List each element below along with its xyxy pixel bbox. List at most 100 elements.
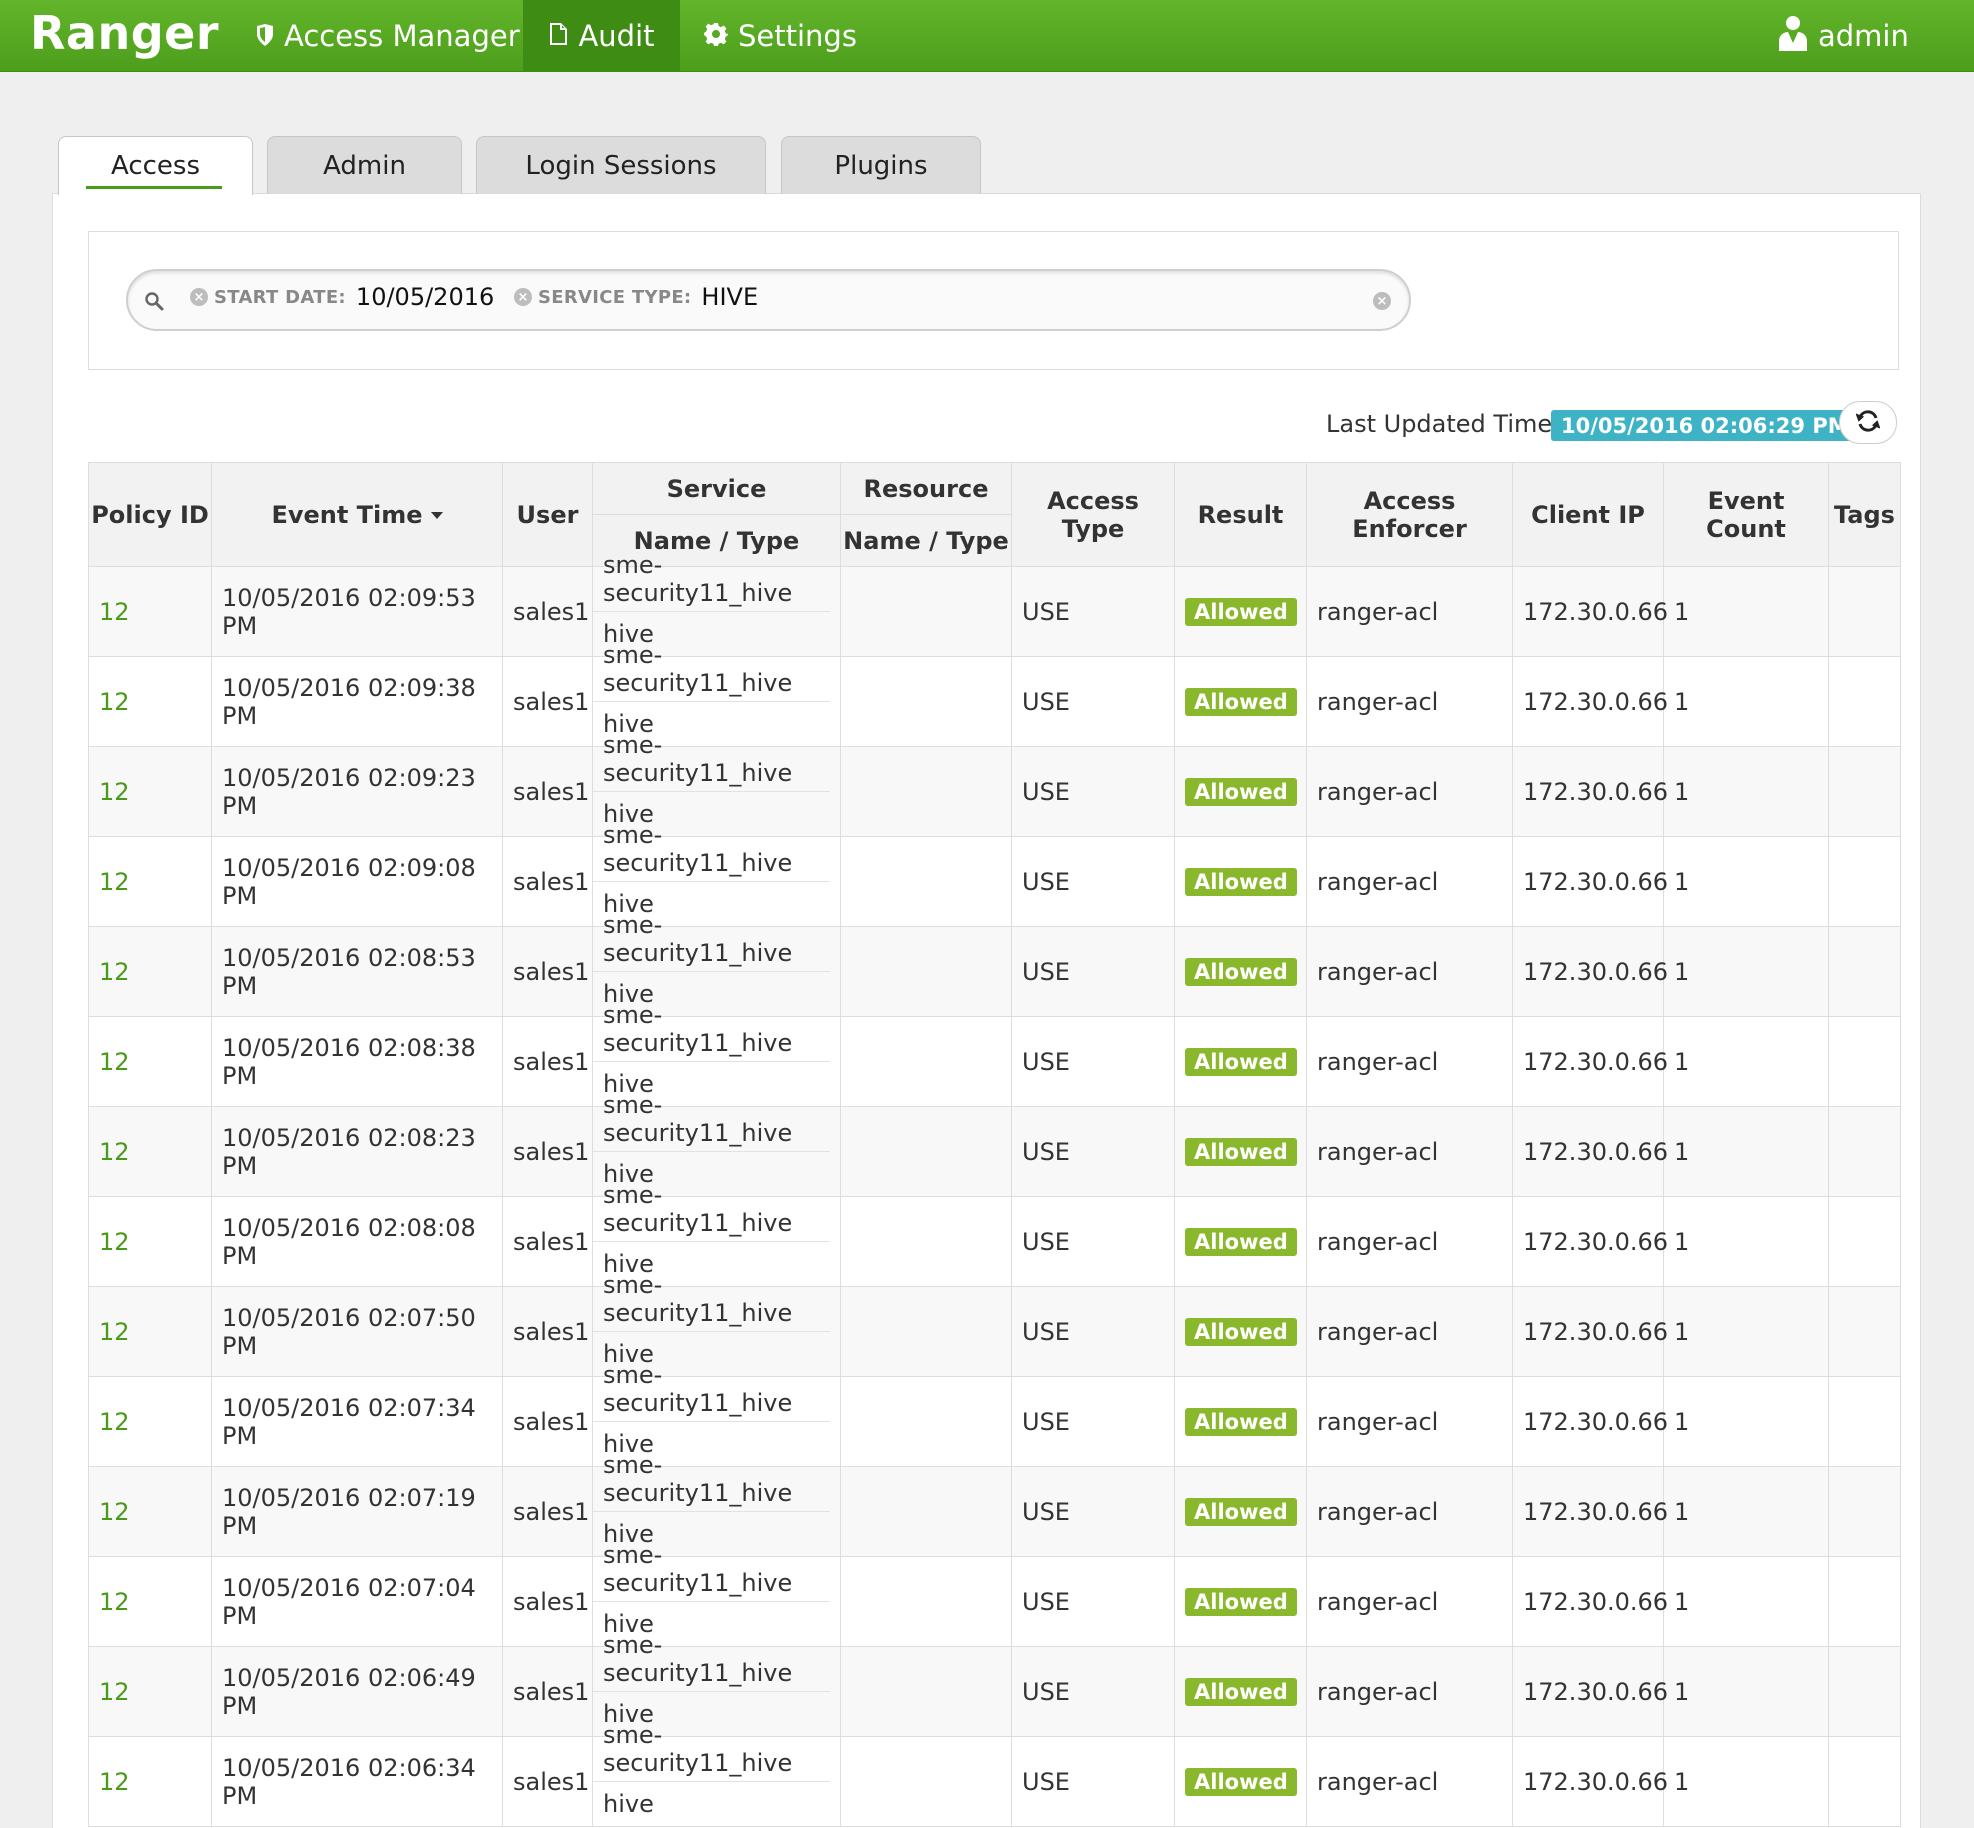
cell-event-time: 10/05/2016 02:08:38 PM [211, 1016, 503, 1107]
th-event-time[interactable]: Event Time [211, 462, 503, 567]
gear-icon [704, 19, 728, 53]
cell-client-ip: 172.30.0.66 [1512, 1106, 1668, 1197]
tab-plugins[interactable]: Plugins [781, 136, 981, 194]
policy-id-link[interactable]: 12 [88, 566, 212, 657]
table-row: 1210/05/2016 02:08:38 PMsales1sme-securi… [88, 1001, 1901, 1107]
th-resource-name-type: Name / Type [840, 514, 1012, 567]
tab-access[interactable]: Access [58, 136, 253, 195]
cell-user: sales1 [502, 1556, 593, 1647]
policy-id-link[interactable]: 12 [88, 1106, 212, 1197]
cell-access-enforcer: ranger-acl [1306, 836, 1513, 927]
facet-start-date[interactable]: × START DATE: 10/05/2016 [190, 283, 494, 311]
th-event-time-label: Event Time [271, 500, 423, 529]
cell-event-count: 1 [1663, 1106, 1829, 1197]
top-navbar: Ranger Access Manager Audit Settings adm… [0, 0, 1974, 72]
policy-id-link[interactable]: 12 [88, 1736, 212, 1827]
cell-access-enforcer: ranger-acl [1306, 746, 1513, 837]
cell-access-enforcer: ranger-acl [1306, 1376, 1513, 1467]
cell-user: sales1 [502, 656, 593, 747]
cell-result: Allowed [1174, 1106, 1307, 1197]
policy-id-link[interactable]: 12 [88, 1646, 212, 1737]
cell-event-time: 10/05/2016 02:08:23 PM [211, 1106, 503, 1197]
cell-tags [1828, 1196, 1901, 1287]
cell-tags [1828, 1016, 1901, 1107]
facet-value[interactable]: 10/05/2016 [356, 283, 494, 311]
cell-event-count: 1 [1663, 656, 1829, 747]
service-name: sme-security11_hive [593, 1721, 830, 1782]
cell-event-time: 10/05/2016 02:07:50 PM [211, 1286, 503, 1377]
search-icon [144, 291, 164, 315]
service-name: sme-security11_hive [593, 1271, 830, 1332]
cell-event-time: 10/05/2016 02:06:49 PM [211, 1646, 503, 1737]
last-updated-badge: 10/05/2016 02:06:29 PM [1551, 410, 1859, 441]
brand-logo[interactable]: Ranger [30, 6, 219, 60]
table-row: 1210/05/2016 02:07:34 PMsales1sme-securi… [88, 1361, 1901, 1467]
cell-tags [1828, 746, 1901, 837]
policy-id-link[interactable]: 12 [88, 836, 212, 927]
cell-event-count: 1 [1663, 1286, 1829, 1377]
policy-id-link[interactable]: 12 [88, 656, 212, 747]
clear-search-icon[interactable]: × [1373, 292, 1391, 310]
cell-resource [840, 746, 1012, 837]
tab-login-sessions[interactable]: Login Sessions [476, 136, 766, 194]
cell-resource [840, 926, 1012, 1017]
facet-service-type[interactable]: × SERVICE TYPE: HIVE [514, 283, 758, 311]
result-badge: Allowed [1185, 1678, 1297, 1706]
policy-id-link[interactable]: 12 [88, 926, 212, 1017]
table-row: 1210/05/2016 02:07:19 PMsales1sme-securi… [88, 1451, 1901, 1557]
policy-id-link[interactable]: 12 [88, 1286, 212, 1377]
cell-client-ip: 172.30.0.66 [1512, 1646, 1668, 1737]
nav-settings[interactable]: Settings [704, 0, 857, 72]
refresh-button[interactable] [1839, 401, 1897, 444]
service-name: sme-security11_hive [593, 551, 830, 612]
facet-key: SERVICE TYPE: [538, 286, 692, 308]
cell-tags [1828, 566, 1901, 657]
nav-audit[interactable]: Audit [523, 0, 680, 72]
cell-user: sales1 [502, 1286, 593, 1377]
sort-desc-icon [430, 512, 443, 519]
nav-audit-label: Audit [578, 19, 655, 53]
cell-user: sales1 [502, 1016, 593, 1107]
facet-value[interactable]: HIVE [701, 283, 758, 311]
cell-access-enforcer: ranger-acl [1306, 1556, 1513, 1647]
cell-event-count: 1 [1663, 746, 1829, 837]
cell-result: Allowed [1174, 1466, 1307, 1557]
remove-facet-icon[interactable]: × [190, 288, 208, 306]
cell-resource [840, 1736, 1012, 1827]
policy-id-link[interactable]: 12 [88, 1196, 212, 1287]
cell-event-time: 10/05/2016 02:06:34 PM [211, 1736, 503, 1827]
cell-access-enforcer: ranger-acl [1306, 1736, 1513, 1827]
cell-access-type: USE [1011, 1286, 1175, 1377]
cell-resource [840, 656, 1012, 747]
user-menu[interactable]: admin [1778, 0, 1909, 72]
nav-access-manager[interactable]: Access Manager [256, 0, 520, 72]
cell-event-count: 1 [1663, 1376, 1829, 1467]
service-name: sme-security11_hive [593, 641, 830, 702]
cell-resource [840, 836, 1012, 927]
result-badge: Allowed [1185, 1048, 1297, 1076]
cell-resource [840, 566, 1012, 657]
policy-id-link[interactable]: 12 [88, 746, 212, 837]
active-tab-indicator [86, 186, 222, 189]
cell-event-time: 10/05/2016 02:09:08 PM [211, 836, 503, 927]
policy-id-link[interactable]: 12 [88, 1556, 212, 1647]
audit-table: Policy ID Event Time User Service Resour… [88, 462, 1901, 1827]
tab-login-sessions-label: Login Sessions [525, 150, 717, 181]
cell-access-type: USE [1011, 746, 1175, 837]
tab-admin[interactable]: Admin [267, 136, 462, 194]
remove-facet-icon[interactable]: × [514, 288, 532, 306]
table-row: 1210/05/2016 02:09:53 PMsales1sme-securi… [88, 551, 1901, 657]
cell-tags [1828, 1286, 1901, 1377]
cell-service: sme-security11_hivehive [592, 1721, 841, 1827]
cell-access-enforcer: ranger-acl [1306, 1646, 1513, 1737]
cell-client-ip: 172.30.0.66 [1512, 926, 1668, 1017]
service-name: sme-security11_hive [593, 1451, 830, 1512]
policy-id-link[interactable]: 12 [88, 1466, 212, 1557]
policy-id-link[interactable]: 12 [88, 1016, 212, 1107]
cell-event-count: 1 [1663, 1466, 1829, 1557]
policy-id-link[interactable]: 12 [88, 1376, 212, 1467]
cell-result: Allowed [1174, 1016, 1307, 1107]
cell-event-count: 1 [1663, 1736, 1829, 1827]
cell-event-time: 10/05/2016 02:07:19 PM [211, 1466, 503, 1557]
cell-user: sales1 [502, 746, 593, 837]
